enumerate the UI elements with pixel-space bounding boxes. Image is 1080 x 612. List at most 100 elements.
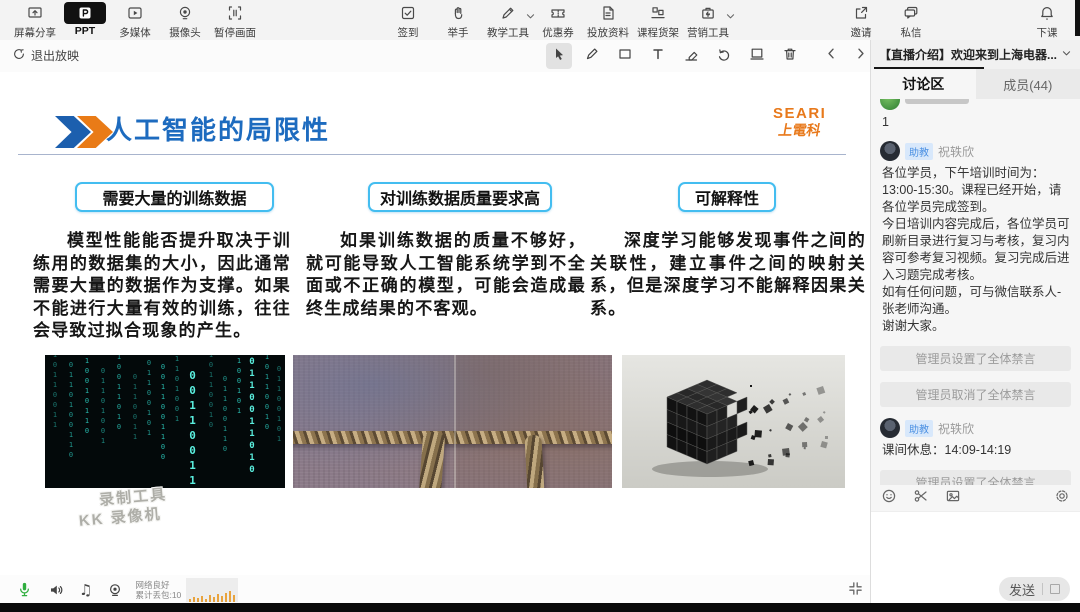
annotation-tool-board[interactable]: [744, 43, 770, 69]
annotation-tool-text-tool[interactable]: [645, 43, 671, 69]
collapse-icon[interactable]: [848, 581, 863, 601]
network-bar: [189, 598, 192, 602]
avatar: [880, 99, 900, 110]
chat-message: 助教 祝轶欣 课间休息：14:09-14:19: [880, 418, 1071, 459]
sidebar-tab-members[interactable]: 成员(44): [975, 69, 1080, 99]
end-class-icon: [1026, 2, 1068, 24]
annotation-tool-cursor[interactable]: [546, 43, 572, 69]
send-divider: [1042, 583, 1043, 595]
send-label: 发送: [1008, 582, 1035, 598]
annotation-tools: [546, 43, 803, 69]
music-icon[interactable]: ♫: [79, 581, 92, 599]
limitation-box-0: 需要大量的训练数据: [75, 182, 274, 212]
username: 祝轶欣: [938, 421, 975, 436]
username-blur: [905, 99, 969, 104]
microphone-icon[interactable]: [16, 581, 33, 598]
toolbar-item-pause-screen[interactable]: 暂停画面: [210, 2, 260, 40]
toolbar-item-label: 私信: [900, 27, 922, 39]
network-bar: [201, 595, 204, 602]
network-bar: [221, 595, 224, 602]
toolbar-item-label: 多媒体: [119, 27, 151, 39]
sidebar-tab-discussion[interactable]: 讨论区: [871, 69, 976, 99]
annotation-tool-undo[interactable]: [711, 43, 737, 69]
send-button[interactable]: 发送: [998, 577, 1070, 601]
chat-message-list[interactable]: 1 助教 祝轶欣 各位学员，下午培训时间为：13:00-15:30。课程已经开始…: [871, 99, 1080, 485]
webcam-icon[interactable]: [107, 582, 123, 598]
toolbar-item-check-in[interactable]: 签到: [383, 2, 433, 40]
ppt-icon: [64, 2, 106, 24]
camera-icon: [164, 2, 206, 24]
matrix-binary-column: 001100110: [186, 369, 199, 488]
chevron-down-icon: [525, 9, 536, 27]
slide-image-ropes: [293, 355, 612, 488]
chat-message-text: 课间休息：14:09-14:19: [882, 443, 1012, 457]
exit-presentation-label: 退出放映: [31, 49, 80, 63]
toolbar-item-invite[interactable]: 邀请: [836, 2, 886, 40]
shelf-icon: [637, 2, 679, 24]
chat-message-text: 各位学员，下午培训时间为：13:00-15:30。课程已经开始，请各位学员完成签…: [882, 166, 1070, 333]
toolbar-item-teaching-tools[interactable]: 教学工具: [483, 2, 536, 40]
matrix-binary-column: 101100101: [145, 355, 153, 439]
packet-loss-line: 累计丢包:10: [135, 589, 182, 600]
emoji-icon[interactable]: [881, 488, 897, 509]
chevron-down-icon[interactable]: [1061, 46, 1072, 64]
cursor-icon: [551, 46, 567, 67]
network-bar: [193, 596, 196, 602]
toolbar-item-marketing-tools[interactable]: 营销工具: [683, 2, 735, 40]
limitation-paragraph-0: 模型性能能否提升取决于训练用的数据集的大小，因此通常需要大量的数据作为支撑。如果…: [33, 231, 291, 340]
toolbar-group-session: 邀请 私信 下课: [836, 2, 1072, 40]
send-options-icon[interactable]: [1050, 584, 1060, 594]
annotation-tool-pen[interactable]: [579, 43, 605, 69]
seari-logo-cn: 上電科: [777, 122, 823, 138]
network-bar: [209, 594, 212, 602]
matrix-binary-column: 0110011: [131, 373, 139, 443]
toolbar-item-label: 邀请: [850, 27, 872, 39]
matrix-binary-column: 0011001100: [159, 363, 167, 463]
toolbar-item-label: 投放资料: [587, 27, 629, 39]
toolbar-item-shelf[interactable]: 课程货架: [633, 2, 683, 40]
toolbar-item-label: 暂停画面: [214, 27, 256, 39]
toolbar-item-multimedia[interactable]: 多媒体: [110, 2, 160, 40]
text-tool-icon: [650, 46, 666, 67]
toolbar-item-dm[interactable]: 私信: [886, 2, 936, 40]
toolbar-item-screen-share[interactable]: 屏幕分享: [10, 2, 60, 40]
annotation-tool-trash[interactable]: [777, 43, 803, 69]
send-row: 发送: [871, 574, 1080, 604]
raise-hand-icon: [437, 2, 479, 24]
matrix-binary-column: 0110011010: [247, 357, 257, 477]
chat-message-text: 1: [882, 115, 889, 129]
limitation-box-1: 对训练数据质量要求高: [368, 182, 552, 212]
chat-input-area[interactable]: [871, 511, 1080, 574]
next-slide-button[interactable]: [853, 46, 868, 66]
toolbar-item-label: 摄像头: [169, 27, 201, 39]
watermark-line2: KK 录像机: [78, 505, 163, 530]
rect-icon: [617, 46, 633, 67]
live-intro-header[interactable]: 【直播介绍】欢迎来到上海电器...: [871, 40, 1080, 69]
rope-vertical-right: [524, 434, 545, 488]
scissors-icon[interactable]: [913, 488, 929, 509]
toolbar-item-label: 教学工具: [487, 27, 529, 39]
dm-icon: [890, 2, 932, 24]
system-message: 管理员设置了全体禁言: [880, 470, 1071, 485]
rope-vertical-left: [418, 431, 445, 488]
eraser-icon: [683, 46, 699, 67]
speaker-icon[interactable]: [48, 582, 64, 598]
toolbar-item-coupon[interactable]: 优惠券: [533, 2, 583, 40]
toolbar-item-raise-hand[interactable]: 举手: [433, 2, 483, 40]
toolbar-item-materials[interactable]: 投放资料: [583, 2, 633, 40]
toolbar-item-camera[interactable]: 摄像头: [160, 2, 210, 40]
toolbar-item-ppt[interactable]: PPT: [60, 2, 110, 40]
exit-presentation-button[interactable]: 退出放映: [12, 47, 79, 64]
recorder-watermark: 录制工具 KK 录像机: [77, 485, 170, 531]
annotation-tool-eraser[interactable]: [678, 43, 704, 69]
toolbar-item-end-class[interactable]: 下课: [1022, 2, 1072, 40]
matrix-binary-column: 10110011: [51, 355, 59, 431]
gear-icon[interactable]: [1054, 488, 1070, 509]
prev-slide-button[interactable]: [824, 46, 839, 66]
network-status: 网络良好 累计丢包:10: [135, 580, 181, 600]
marketing-tools-icon: [687, 2, 735, 24]
annotation-tool-rect[interactable]: [612, 43, 638, 69]
username: 祝轶欣: [938, 144, 975, 159]
toolbar-group-class-tools: 签到 举手 教学工具 优惠券 投放资料 课程货架 营销工具: [383, 2, 735, 40]
image-icon[interactable]: [945, 488, 961, 509]
